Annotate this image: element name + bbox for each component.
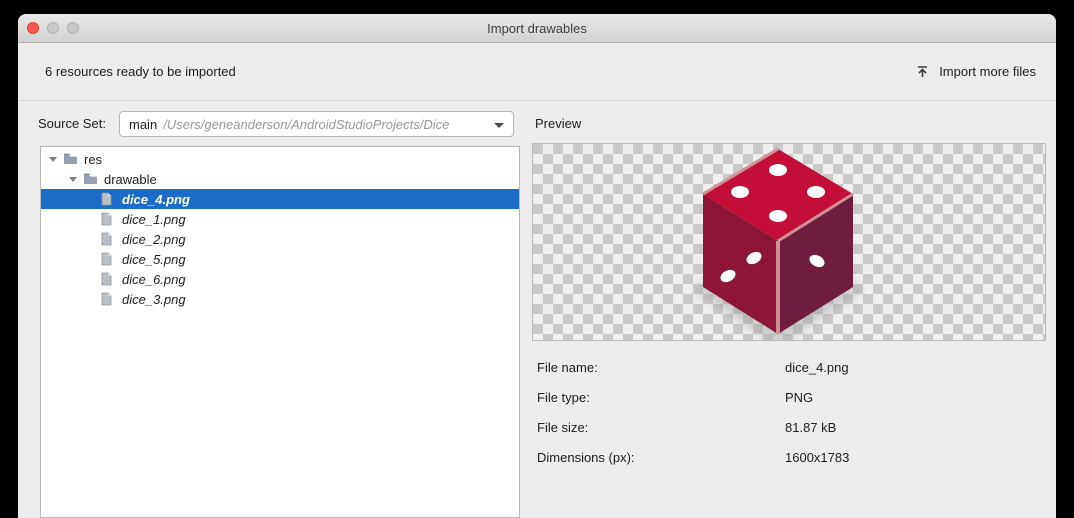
file-icon [101, 252, 117, 266]
tree-item-label: dice_2.png [122, 232, 186, 247]
file-tree: res drawable dice_4.png [40, 146, 520, 518]
chevron-down-icon [494, 123, 504, 128]
file-name-value: dice_4.png [785, 360, 849, 375]
tree-item-dice-3[interactable]: dice_3.png [41, 289, 519, 309]
file-info-row: Dimensions (px): 1600x1783 [537, 442, 1037, 472]
file-info-row: File name: dice_4.png [537, 352, 1037, 382]
titlebar: Import drawables [18, 14, 1056, 43]
file-info-row: File type: PNG [537, 382, 1037, 412]
source-set-dropdown[interactable]: main /Users/geneanderson/AndroidStudioPr… [119, 111, 514, 137]
file-size-value: 81.87 kB [785, 420, 836, 435]
tree-item-drawable[interactable]: drawable [41, 169, 519, 189]
tree-item-label: drawable [104, 172, 157, 187]
file-icon [101, 212, 117, 226]
preview-label: Preview [535, 116, 581, 131]
tree-item-label: dice_6.png [122, 272, 186, 287]
tree-item-dice-1[interactable]: dice_1.png [41, 209, 519, 229]
file-type-label: File type: [537, 390, 785, 405]
tree-item-dice-6[interactable]: dice_6.png [41, 269, 519, 289]
import-more-files-button[interactable]: Import more files [916, 64, 1036, 79]
tree-item-dice-5[interactable]: dice_5.png [41, 249, 519, 269]
import-drawables-dialog: Import drawables 6 resources ready to be… [18, 14, 1056, 518]
expand-arrow-icon[interactable] [69, 177, 77, 182]
image-preview-panel [532, 143, 1046, 341]
file-info-panel: File name: dice_4.png File type: PNG Fil… [537, 352, 1037, 472]
folder-icon [83, 172, 99, 186]
resources-status-text: 6 resources ready to be imported [45, 64, 236, 79]
expand-arrow-icon[interactable] [49, 157, 57, 162]
source-set-label: Source Set: [38, 116, 106, 131]
header-row: 6 resources ready to be imported Import … [18, 43, 1056, 101]
file-icon [101, 292, 117, 306]
dimensions-value: 1600x1783 [785, 450, 849, 465]
file-type-value: PNG [785, 390, 813, 405]
file-name-label: File name: [537, 360, 785, 375]
source-set-selected-name: main [129, 117, 157, 132]
import-arrow-up-icon [916, 65, 929, 78]
file-icon [101, 232, 117, 246]
dice-preview-image [690, 144, 866, 341]
file-icon [101, 272, 117, 286]
tree-item-dice-2[interactable]: dice_2.png [41, 229, 519, 249]
file-size-label: File size: [537, 420, 785, 435]
source-set-row: Source Set: main /Users/geneanderson/And… [18, 109, 1056, 141]
tree-item-label: dice_1.png [122, 212, 186, 227]
file-info-row: File size: 81.87 kB [537, 412, 1037, 442]
dimensions-label: Dimensions (px): [537, 450, 785, 465]
tree-item-res[interactable]: res [41, 149, 519, 169]
tree-item-dice-4[interactable]: dice_4.png [41, 189, 519, 209]
tree-item-label: res [84, 152, 102, 167]
file-icon [101, 192, 117, 206]
tree-item-label: dice_5.png [122, 252, 186, 267]
source-set-selected-path: /Users/geneanderson/AndroidStudioProject… [163, 117, 449, 132]
tree-item-label: dice_3.png [122, 292, 186, 307]
import-more-files-label: Import more files [939, 64, 1036, 79]
folder-icon [63, 152, 79, 166]
window-title: Import drawables [18, 14, 1056, 43]
tree-item-label: dice_4.png [122, 192, 190, 207]
